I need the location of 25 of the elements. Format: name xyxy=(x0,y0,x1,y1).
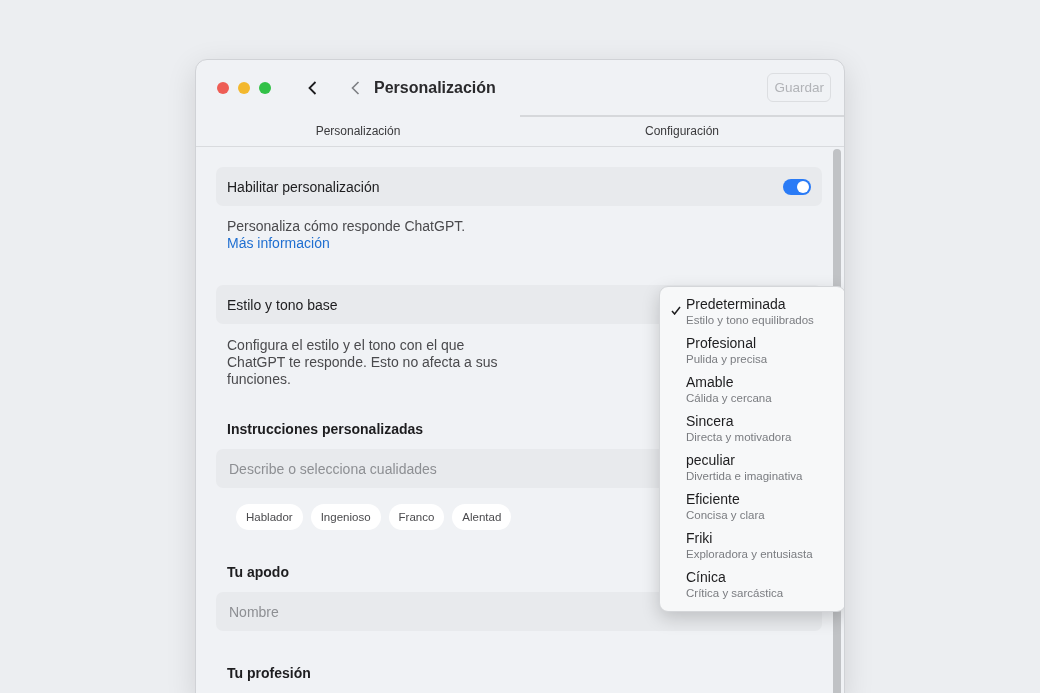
quality-chip[interactable]: Alentad xyxy=(452,504,512,530)
window-title: Personalización xyxy=(374,78,496,97)
more-info-link[interactable]: Más información xyxy=(227,235,330,251)
section-heading: Tu profesión xyxy=(226,665,311,681)
tab[interactable]: Personalización xyxy=(196,115,520,146)
setting-label: Estilo y tono base xyxy=(227,296,338,313)
quality-chip[interactable]: Ingenioso xyxy=(310,504,381,530)
setting-label: Habilitar personalización xyxy=(227,178,380,195)
zoom-button[interactable] xyxy=(259,81,271,94)
section-heading: Instrucciones personalizadas xyxy=(226,421,424,437)
back-chevron-icon[interactable] xyxy=(308,80,317,95)
quality-chip[interactable]: Hablador xyxy=(236,504,303,530)
quality-chip[interactable]: Franco xyxy=(388,504,445,530)
description-text: Personaliza cómo responde ChatGPT. Más información xyxy=(226,218,467,252)
menu-item[interactable]: Sincera Directa y motivadora xyxy=(660,411,844,450)
menu-item[interactable]: Profesional Pulida y precisa xyxy=(660,333,844,372)
close-button[interactable] xyxy=(217,81,229,94)
menu-item[interactable]: Eficiente Concisa y clara xyxy=(660,489,844,528)
description-text: Configura el estilo y el tono con el que ChatGPT te responde. Esto no afecta a sus funciones. xyxy=(226,337,499,388)
section-heading: Tu apodo xyxy=(226,564,289,580)
menu-item[interactable]: Friki Exploradora y entusiasta xyxy=(660,528,844,567)
menu-item[interactable]: Predeterminada Estilo y tono equilibrados xyxy=(660,294,844,333)
toggle-switch[interactable] xyxy=(783,178,811,195)
tab[interactable]: Configuración xyxy=(520,115,844,146)
menu-item[interactable]: Amable Cálida y cercana xyxy=(660,372,844,411)
